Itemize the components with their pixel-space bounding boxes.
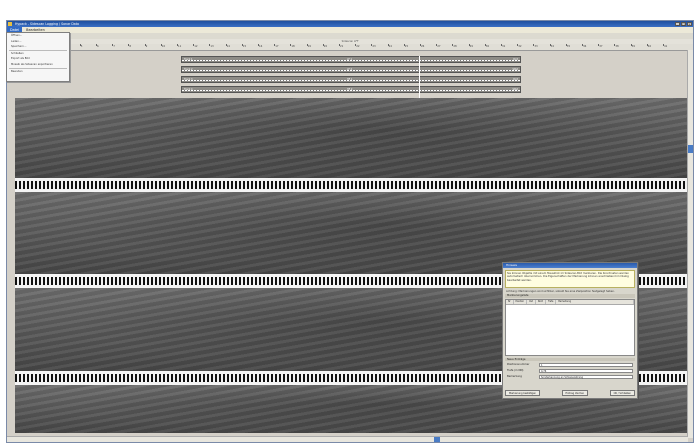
delete-entry-button[interactable]: Eintrag löschen: [561, 390, 589, 396]
menu-item-exit[interactable]: Beenden: [7, 69, 69, 75]
ruler-tick-label: 10: [161, 45, 166, 48]
ruler-tick-label: 11: [178, 45, 182, 48]
dialog-title: Hinweis: [503, 263, 637, 268]
dialog-hint: Achtung: Markierungen sind sichtbar, sob…: [506, 290, 615, 293]
marker-dialog: Hinweis Sie können Objekte mit einem Mau…: [502, 262, 638, 399]
ruler-tick-label: 22: [356, 45, 360, 48]
remark-field[interactable]: Sonderkennung an Schienenstrang: [539, 374, 633, 379]
field-label: Bemerkung: [507, 375, 522, 378]
column-header[interactable]: Tiefe: [546, 299, 557, 304]
ruler-tick-label: 9: [145, 45, 148, 48]
ruler-tick-label: 37: [599, 45, 603, 48]
channel-tracks: Track 1 LF 1 Port Track 2 LF 2 Stbd Trac…: [181, 56, 521, 96]
track-row[interactable]: Track 2 LF 2 Stbd: [181, 66, 521, 73]
ruler-tick-label: 39: [631, 45, 635, 48]
close-button[interactable]: ×: [687, 22, 692, 26]
ruler-tick-label: 21: [340, 45, 344, 48]
ruler-tick-label: 7: [113, 45, 115, 48]
sonar-swath: [15, 98, 687, 178]
horizontal-scrollbar[interactable]: [7, 436, 688, 442]
track-row[interactable]: Track 4 HF 2 Stbd: [181, 86, 521, 93]
scroll-thumb[interactable]: [688, 145, 693, 153]
track-row[interactable]: Track 1 LF 1 Port: [181, 56, 521, 63]
ruler-tick-label: 38: [615, 45, 619, 48]
time-ruler[interactable]: 1234567891011121314151617181920212223242…: [7, 44, 693, 51]
ruler-tick-label: 28: [453, 45, 457, 48]
field-label: Positionsnummer: [507, 363, 530, 366]
column-header[interactable]: Bemerkung: [556, 299, 634, 304]
ruler-tick-label: 16: [259, 45, 263, 48]
group-label: Markierungsliste: [505, 294, 635, 298]
ruler-tick-label: 19: [307, 45, 311, 48]
track-signal: [182, 90, 520, 91]
ruler-tick-label: 33: [534, 45, 538, 48]
ruler-tick-label: 8: [129, 45, 132, 48]
track-signal: [182, 70, 520, 71]
dialog-message: Sie können Objekte mit einem Mausklick i…: [505, 270, 635, 288]
ruler-tick-label: 14: [226, 45, 230, 48]
field-row: Bemerkung Sonderkennung an Schienenstran…: [505, 374, 635, 380]
ruler-tick-label: 30: [485, 45, 490, 48]
column-header[interactable]: Position: [514, 299, 528, 304]
ruler-tick-label: 34: [550, 45, 554, 48]
ruler-tick-label: 20: [323, 45, 328, 48]
track-signal: [182, 80, 520, 81]
ruler-tick-label: 6: [97, 45, 99, 48]
ruler-tick-label: 36: [583, 45, 587, 48]
ruler-tick-label: 23: [372, 45, 376, 48]
table-header: Nr Position Ost Nord Tiefe Bemerkung: [506, 299, 634, 305]
column-header[interactable]: Nord: [536, 299, 547, 304]
dialog-buttons: Markierung bestätigen Eintrag löschen OK…: [505, 390, 635, 396]
vertical-scrollbar[interactable]: [687, 50, 693, 438]
ruler-tick-label: 35: [566, 45, 571, 48]
column-header[interactable]: Nr: [506, 299, 514, 304]
ruler-tick-label: 41: [664, 45, 668, 48]
minimize-button[interactable]: _: [675, 22, 680, 26]
ruler-tick-label: 32: [518, 45, 522, 48]
playhead-marker[interactable]: [419, 56, 420, 98]
rail-strip: [15, 178, 687, 192]
ruler-tick-label: 18: [291, 45, 295, 48]
fields-header: Neue Einträge: [505, 357, 635, 361]
maximize-button[interactable]: □: [681, 22, 686, 26]
ruler-tick-label: 25: [404, 45, 409, 48]
ruler-tick-label: 40: [647, 45, 652, 48]
position-number-field[interactable]: 1: [539, 362, 633, 367]
marker-table[interactable]: Nr Position Ost Nord Tiefe Bemerkung: [505, 298, 635, 356]
track-signal: [182, 60, 520, 61]
ruler-tick-label: 27: [437, 45, 441, 48]
ruler-tick-label: 15: [242, 45, 247, 48]
ruler-tick-label: 13: [210, 45, 214, 48]
ruler-tick-label: 29: [469, 45, 473, 48]
window-title: Hypack - Sidescan Logging / Sonar Data: [15, 22, 79, 26]
track-row[interactable]: Track 3 HF 1 Port: [181, 76, 521, 83]
depth-field[interactable]: 4,76: [539, 368, 633, 373]
ruler-tick-label: 24: [388, 45, 392, 48]
ruler-tick-label: 5: [80, 45, 83, 48]
ruler-tick-label: 26: [421, 45, 425, 48]
ruler-tick-label: 31: [502, 45, 506, 48]
ok-close-button[interactable]: OK / Schließen: [609, 390, 635, 396]
ruler-tick-label: 12: [194, 45, 198, 48]
column-header[interactable]: Ost: [527, 299, 536, 304]
confirm-marker-button[interactable]: Markierung bestätigen: [505, 390, 541, 396]
ruler-tick-label: 17: [275, 45, 279, 48]
app-icon: [8, 22, 12, 26]
field-label: Tiefe (m NN): [507, 369, 524, 372]
file-menu-dropdown: Öffnen... Laden... Speichern... Schließe…: [6, 32, 70, 82]
scroll-thumb[interactable]: [434, 437, 440, 442]
